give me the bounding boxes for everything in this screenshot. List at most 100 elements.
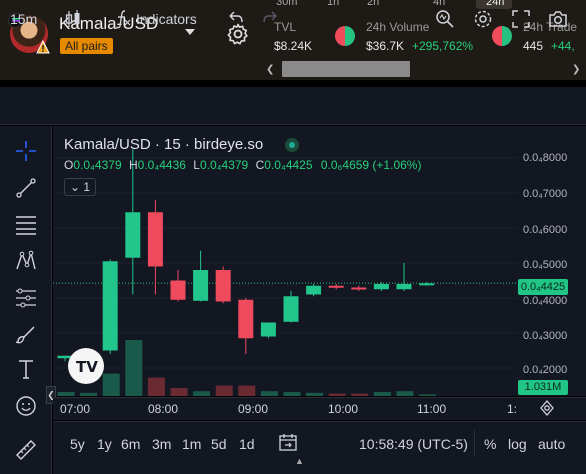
trade-change: +44,	[551, 39, 575, 53]
volume-bar	[170, 388, 188, 396]
volume-bar	[328, 393, 346, 396]
range-1m[interactable]: 1m	[182, 436, 201, 452]
candle-body[interactable]	[419, 283, 435, 286]
tradingview-logo[interactable]: TV	[68, 348, 104, 384]
candle-body[interactable]	[283, 296, 299, 322]
candle-body[interactable]	[215, 270, 231, 302]
chevron-down-icon[interactable]	[185, 29, 195, 35]
timeframe-1h[interactable]: 1h	[327, 0, 339, 8]
price-label: 0.0₄3000	[523, 330, 568, 342]
indicator-count: 1	[83, 180, 91, 194]
scroll-left-icon[interactable]: ❮	[266, 64, 274, 75]
price-label: 0.0₄7000	[523, 188, 568, 200]
scroll-right-icon[interactable]: ❯	[572, 64, 580, 75]
range-5y[interactable]: 5y	[70, 436, 85, 452]
candle-body[interactable]	[351, 287, 367, 290]
emoji-icon[interactable]	[14, 394, 38, 418]
candle-body[interactable]	[125, 212, 141, 258]
clock[interactable]: 10:58:49 (UTC-5)	[359, 436, 468, 452]
range-5d[interactable]: 5d	[211, 436, 227, 452]
resize-handle-icon[interactable]: ▲	[295, 456, 304, 466]
indicators-button[interactable]: Indicators	[136, 11, 197, 27]
volume-bar	[193, 391, 211, 396]
timeframe-2h[interactable]: 2h	[367, 0, 379, 8]
crosshair-icon[interactable]	[14, 139, 38, 163]
time-label: 11:00	[417, 402, 447, 416]
brush-icon[interactable]	[14, 322, 38, 346]
all-pairs-badge[interactable]: All pairs	[60, 38, 113, 54]
volume-bar	[57, 392, 75, 396]
range-3m[interactable]: 3m	[152, 436, 171, 452]
tv-logo-text: TV	[76, 358, 98, 376]
chart-toolbar	[0, 87, 586, 125]
volume-change: +295,762%	[412, 39, 474, 53]
candle-body[interactable]	[238, 299, 254, 339]
time-label: 09:00	[238, 402, 269, 416]
timeframe-24h[interactable]: 24h	[486, 0, 504, 8]
time-label: 10:00	[328, 402, 359, 416]
function-icon[interactable]	[112, 8, 134, 30]
price-label: 0.0₄8000	[523, 152, 568, 164]
timeframe-4h[interactable]: 4h	[433, 0, 445, 8]
auto-toggle[interactable]: auto	[538, 436, 565, 452]
range-1y[interactable]: 1y	[97, 436, 112, 452]
volume-bar	[147, 377, 165, 396]
candle-body[interactable]	[396, 284, 412, 290]
low-value: 0.0₄4379	[199, 158, 249, 172]
close-label: C	[255, 158, 265, 172]
candle-body[interactable]	[170, 280, 186, 300]
volume-bar	[260, 391, 278, 396]
live-status-icon	[285, 138, 299, 152]
candle-type-icon[interactable]	[62, 8, 84, 30]
volume-label: 24h Volume	[366, 20, 430, 34]
collapse-indicators-button[interactable]: ⌄ 1	[64, 178, 96, 196]
text-tool-icon[interactable]	[14, 357, 38, 381]
range-1d[interactable]: 1d	[239, 436, 255, 452]
redo-icon[interactable]	[260, 8, 282, 30]
candle-body[interactable]	[328, 285, 344, 288]
camera-icon[interactable]	[547, 8, 569, 30]
divider	[474, 430, 475, 456]
volume-bar	[125, 340, 143, 396]
date-range-icon[interactable]	[278, 432, 298, 452]
prediction-icon[interactable]	[14, 286, 38, 310]
fullscreen-icon[interactable]	[510, 8, 532, 30]
fib-retracement-icon[interactable]	[14, 213, 38, 237]
percent-toggle[interactable]: %	[484, 436, 496, 452]
ruler-icon[interactable]	[14, 438, 38, 462]
volume-bar	[238, 385, 256, 396]
pattern-icon[interactable]	[14, 249, 38, 273]
quick-search-icon[interactable]	[434, 8, 456, 30]
candle-body[interactable]	[373, 284, 389, 290]
undo-icon[interactable]	[224, 8, 246, 30]
time-label: 1:	[507, 402, 518, 416]
high-value: 0.0₄4436	[137, 158, 186, 172]
settings-gear-icon[interactable]	[472, 8, 494, 30]
log-toggle[interactable]: log	[508, 436, 527, 452]
candle-body[interactable]	[193, 270, 209, 301]
candle-body[interactable]	[102, 261, 118, 351]
warning-icon	[36, 40, 50, 54]
trade-value: 445	[523, 39, 544, 53]
chart-title: Kamala/USD · 15 · birdeye.so	[64, 136, 264, 153]
volume-bar	[215, 385, 233, 396]
price-label: 0.0₄5000	[523, 259, 568, 271]
volume-value: $36.7K	[366, 39, 405, 53]
timeframe-30m[interactable]: 30m	[276, 0, 297, 8]
high-label: H	[128, 158, 138, 172]
low-label: L	[193, 158, 200, 172]
price-label: 0.0₄6000	[523, 224, 568, 236]
volume-pie-icon	[335, 26, 355, 46]
range-6m[interactable]: 6m	[121, 436, 140, 452]
stats-scrollbar-thumb[interactable]	[282, 61, 410, 77]
volume-bar	[396, 391, 414, 396]
current-price-tag: 0.0₄4425	[518, 279, 568, 295]
candle-body[interactable]	[260, 322, 276, 337]
trade-pie-icon	[492, 26, 512, 46]
trend-line-icon[interactable]	[14, 176, 38, 200]
candle-body[interactable]	[147, 212, 163, 267]
open-value: 0.0₄4379	[73, 158, 122, 172]
candle-body[interactable]	[306, 285, 322, 295]
interval-button[interactable]: 15m	[10, 11, 37, 27]
axis-settings-icon[interactable]	[539, 400, 555, 416]
